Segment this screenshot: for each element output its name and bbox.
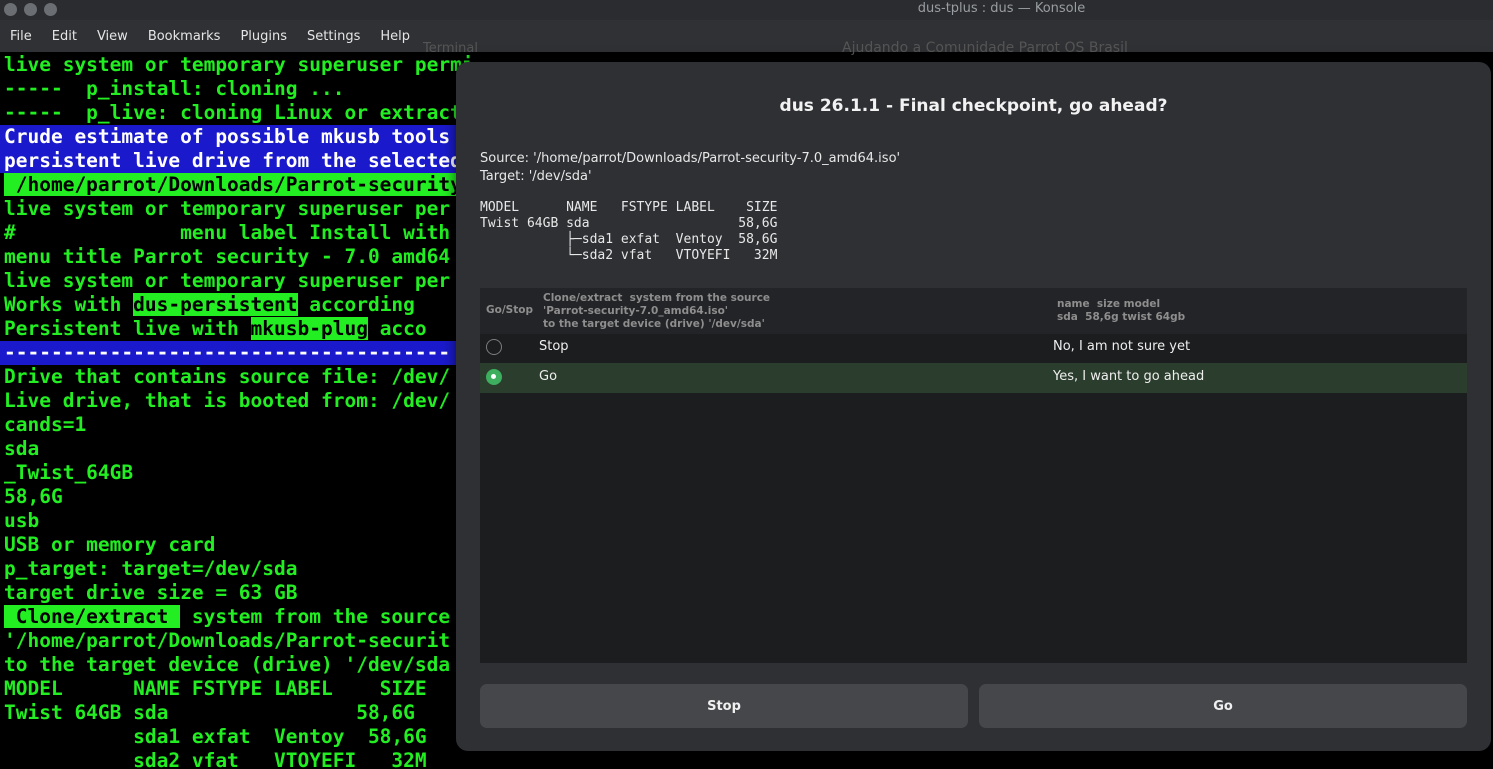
terminal-text: according (297, 293, 415, 316)
terminal-line: to the target device (drive) '/dev/sda (4, 653, 451, 676)
menu-bookmarks[interactable]: Bookmarks (138, 29, 231, 44)
terminal-line: ----- p_live: cloning Linux or extractin… (4, 101, 470, 124)
terminal-line: persistent live drive from the selected (0, 149, 470, 173)
header-device[interactable]: name size model sda 58,6g twist 64gb (1057, 298, 1185, 324)
row-description: Yes, I want to go ahead (1053, 369, 1205, 384)
background-window-caption: Ajudando a Comunidade Parrot OS Brasil (842, 40, 1128, 56)
window-title: dus-tplus : dus — Konsole (917, 1, 1086, 16)
list-row-stop[interactable]: Stop No, I am not sure yet (480, 333, 1467, 363)
terminal-line: Crude estimate of possible mkusb tools (0, 125, 470, 149)
terminal-line: live system or temporary superuser permi… (4, 53, 470, 76)
header-clone-extract[interactable]: Clone/extract system from the source 'Pa… (543, 292, 770, 331)
dialog-title: dus 26.1.1 - Final checkpoint, go ahead? (779, 96, 1168, 116)
terminal-line: Twist 64GB sda 58,6G (4, 701, 415, 724)
window-titlebar: dus-tplus : dus — Konsole (0, 0, 1493, 20)
go-button[interactable]: Go (979, 684, 1467, 728)
menu-view[interactable]: View (87, 29, 138, 44)
terminal-highlight: Clone/extract (4, 605, 181, 628)
terminal-line: sda1 exfat Ventoy 58,6G (4, 725, 427, 748)
terminal-line: ----- p_install: cloning ... (4, 77, 345, 100)
terminal-line: sda (4, 437, 40, 460)
row-label: Go (539, 369, 558, 384)
list-row-go[interactable]: Go Yes, I want to go ahead (480, 363, 1467, 393)
terminal-highlight: dus-persistent (133, 293, 298, 316)
terminal-line: # menu label Install with (4, 221, 451, 244)
terminal-separator: -------------------------------------- (0, 341, 470, 365)
terminal-line: Clone/extract system from the source (0, 605, 470, 629)
terminal-line: sda2 vfat VTOYEFI 32M (4, 749, 427, 769)
source-path: Source: '/home/parrot/Downloads/Parrot-s… (480, 151, 901, 166)
target-path: Target: '/dev/sda' (480, 169, 592, 184)
menu-plugins[interactable]: Plugins (230, 29, 297, 44)
menu-help[interactable]: Help (370, 29, 420, 44)
terminal-line: Persistent live with mkusb-plug acco (0, 317, 470, 341)
list-header: Go/Stop Clone/extract system from the so… (480, 288, 1467, 334)
choice-list[interactable]: Go/Stop Clone/extract system from the so… (480, 288, 1467, 663)
row-label: Stop (539, 339, 569, 354)
terminal-highlight: mkusb-plug (250, 317, 368, 340)
terminal-line: menu title Parrot security - 7.0 amd64 (4, 245, 451, 268)
stop-button[interactable]: Stop (480, 684, 968, 728)
terminal-line: MODEL NAME FSTYPE LABEL SIZE (4, 677, 427, 700)
terminal-line: '/home/parrot/Downloads/Parrot-securit (4, 629, 451, 652)
terminal-highlight: /home/parrot/Downloads/Parrot-security (4, 173, 462, 196)
terminal-text: acco (367, 317, 427, 340)
terminal-line: usb (4, 509, 40, 532)
menu-settings[interactable]: Settings (297, 29, 370, 44)
terminal-text: Works with (4, 293, 134, 316)
menu-file[interactable]: File (0, 29, 42, 44)
terminal-line: /home/parrot/Downloads/Parrot-security (0, 173, 470, 197)
row-description: No, I am not sure yet (1053, 339, 1191, 354)
terminal-text: system from the source (180, 605, 451, 628)
dialog-info: Source: '/home/parrot/Downloads/Parrot-s… (480, 150, 900, 186)
terminal-line: _Twist_64GB (4, 461, 134, 484)
terminal-line: p_target: target=/dev/sda (4, 557, 298, 580)
terminal-line: Drive that contains source file: /dev/ (4, 365, 451, 388)
terminal-line: Works with dus-persistent according (0, 293, 470, 317)
checkpoint-dialog: dus 26.1.1 - Final checkpoint, go ahead?… (456, 62, 1491, 751)
terminal-line: USB or memory card (4, 533, 216, 556)
header-go-stop[interactable]: Go/Stop (486, 304, 533, 316)
terminal-output[interactable]: live system or temporary superuser permi… (0, 53, 470, 769)
go-radio[interactable] (486, 369, 502, 385)
device-table: MODEL NAME FSTYPE LABEL SIZE Twist 64GB … (480, 200, 778, 263)
stop-radio[interactable] (486, 339, 502, 355)
terminal-line: live system or temporary superuser per (4, 269, 451, 292)
terminal-line: Live drive, that is booted from: /dev/ (4, 389, 451, 412)
terminal-line: live system or temporary superuser per (4, 197, 451, 220)
menu-edit[interactable]: Edit (42, 29, 87, 44)
terminal-line: 58,6G (4, 485, 63, 508)
terminal-text: Persistent live with (4, 317, 251, 340)
menubar: File Edit View Bookmarks Plugins Setting… (0, 20, 1493, 56)
terminal-line: target drive size = 63 GB (4, 581, 298, 604)
terminal-line: cands=1 (4, 413, 87, 436)
